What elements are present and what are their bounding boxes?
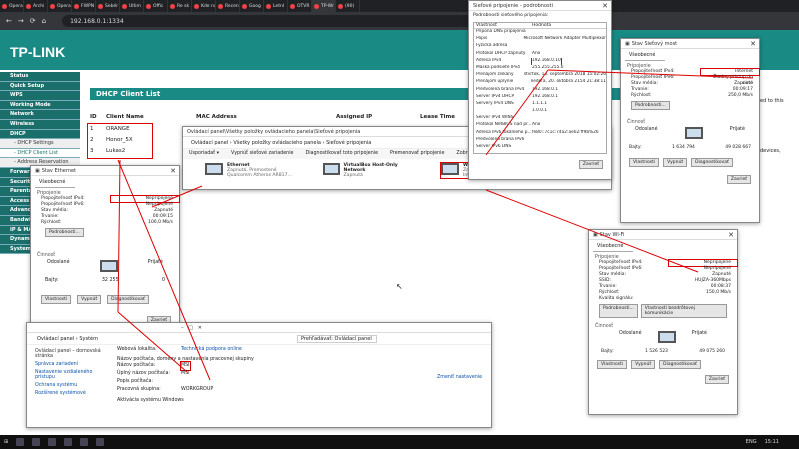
client-id: 3 (90, 148, 94, 154)
clock[interactable]: 15:11 (765, 439, 779, 445)
task-view-icon[interactable] (32, 438, 41, 446)
client-id: 1 (90, 126, 94, 132)
taskbar: ⊞ ENG 15:11 (0, 435, 799, 449)
language-indicator[interactable]: ENG (746, 439, 757, 445)
settings-icon[interactable] (80, 438, 89, 446)
browser-icon[interactable] (64, 438, 73, 446)
start-icon[interactable]: ⊞ (4, 439, 8, 445)
dhcp-table-row: 1 ORANGE (90, 126, 390, 132)
client-id: 2 (90, 137, 94, 143)
client-name: Lukas2 (106, 148, 126, 154)
explorer-icon[interactable] (48, 438, 57, 446)
dhcp-table-row: 2 Honor_5X (90, 137, 390, 143)
client-name: Honor_5X (106, 137, 133, 143)
dhcp-table-row: 3 Lukas2 (90, 148, 390, 154)
client-name: ORANGE (106, 126, 130, 132)
annotation-lines (117, 69, 754, 381)
search-icon[interactable] (16, 438, 25, 446)
app-icon[interactable] (96, 438, 105, 446)
